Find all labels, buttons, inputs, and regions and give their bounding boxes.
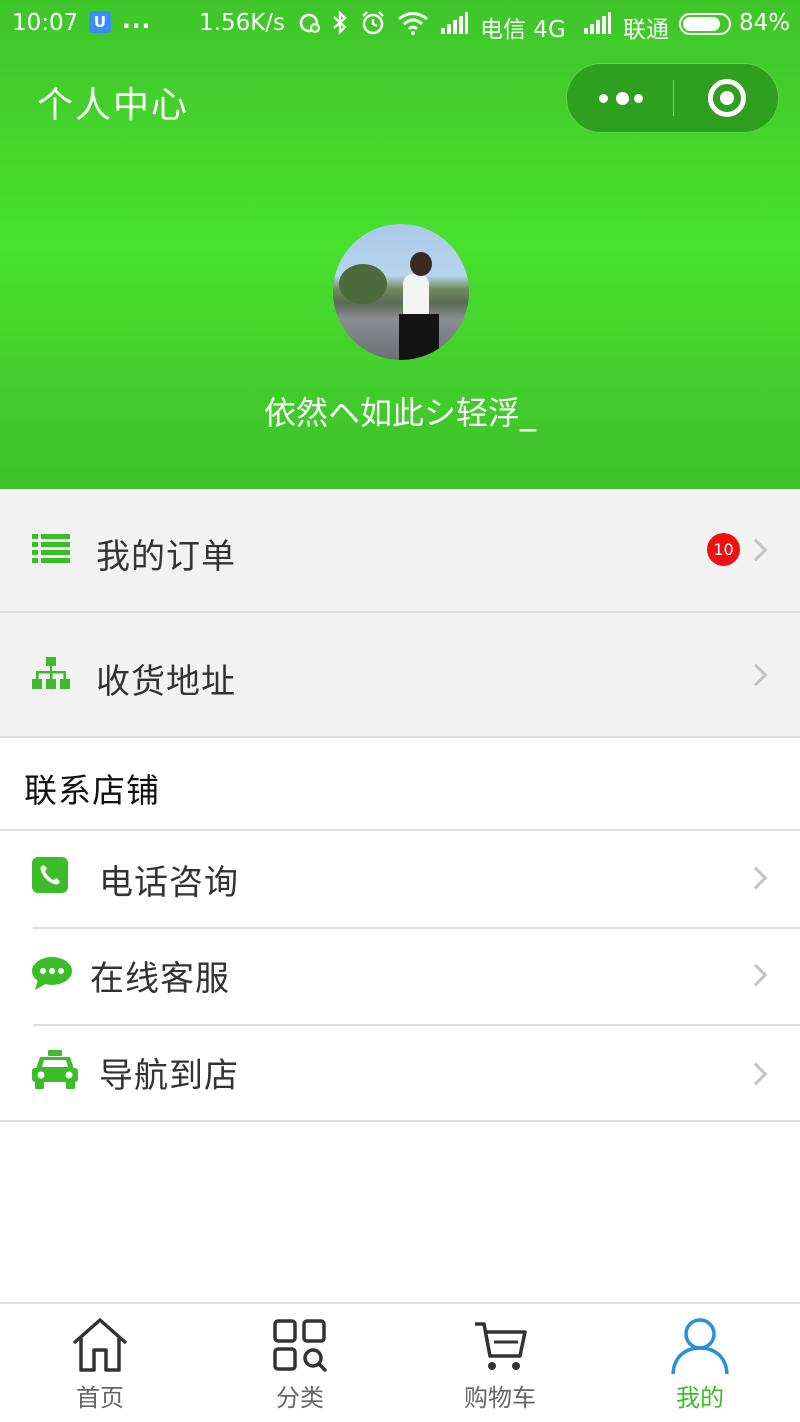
- more-notifications-icon: ...: [122, 8, 152, 34]
- more-dot: [634, 94, 643, 103]
- battery-level: [683, 17, 720, 31]
- navigate-label: 导航到店: [99, 1056, 239, 1096]
- chevron-right-icon: [744, 538, 768, 562]
- signal-icon-2: [584, 12, 611, 34]
- tab-cart[interactable]: 购物车: [400, 1304, 600, 1422]
- avatar[interactable]: [333, 224, 469, 360]
- tab-mine[interactable]: 我的: [600, 1304, 800, 1422]
- carrier-1: 电信 4G: [480, 17, 566, 43]
- more-dot: [616, 92, 629, 105]
- username: 依然ヘ如此シ轻浮_: [263, 394, 536, 432]
- status-time: 10:07: [12, 10, 79, 36]
- divider: [0, 736, 800, 738]
- contact-item-navigate[interactable]: 导航到店: [0, 1026, 800, 1120]
- contact-item-chat[interactable]: 在线客服: [0, 929, 800, 1024]
- close-dot: [720, 91, 734, 105]
- tab-bar: 首页 分类 购物车 我的: [0, 1302, 800, 1422]
- chat-label: 在线客服: [90, 959, 230, 999]
- avatar-bag: [399, 314, 439, 360]
- chevron-right-icon: [744, 866, 768, 890]
- orders-label: 我的订单: [96, 537, 236, 577]
- contact-section-title: 联系店铺: [24, 771, 160, 810]
- tab-category[interactable]: 分类: [200, 1304, 400, 1422]
- signal-icon: [441, 12, 468, 34]
- tab-cart-label: 购物车: [464, 1384, 536, 1412]
- tab-home-label: 首页: [76, 1384, 124, 1412]
- close-button[interactable]: [674, 64, 780, 132]
- chevron-right-icon: [744, 963, 768, 987]
- avatar-head: [410, 252, 432, 276]
- battery-percent: 84%: [739, 10, 791, 36]
- menu-item-address[interactable]: 收货地址: [0, 613, 800, 736]
- chevron-right-icon: [744, 663, 768, 687]
- address-label: 收货地址: [96, 662, 236, 702]
- sync-icon: [299, 13, 320, 33]
- menu-item-orders[interactable]: 我的订单 10: [0, 489, 800, 611]
- phone-icon: [32, 857, 68, 893]
- tab-home[interactable]: 首页: [0, 1304, 200, 1422]
- chat-bubble-icon: [32, 957, 72, 990]
- user-icon: [671, 1318, 729, 1374]
- home-icon: [72, 1318, 128, 1372]
- list-icon: [32, 534, 70, 563]
- cart-icon: [475, 1322, 527, 1370]
- category-icon: [273, 1319, 327, 1372]
- chevron-right-icon: [744, 1062, 768, 1086]
- miniprogram-capsule: [566, 63, 779, 133]
- sitemap-icon: [32, 657, 70, 689]
- divider: [0, 1120, 800, 1122]
- page-title: 个人中心: [37, 85, 190, 126]
- avatar-tree: [339, 264, 387, 304]
- wifi-icon: [398, 12, 428, 35]
- battery-icon: [679, 13, 731, 35]
- more-dot: [599, 94, 608, 103]
- carrier-2: 联通: [623, 17, 669, 43]
- tab-category-label: 分类: [276, 1384, 324, 1412]
- phone-label: 电话咨询: [99, 863, 239, 903]
- tab-mine-label: 我的: [676, 1384, 724, 1412]
- contact-item-phone[interactable]: 电话咨询: [0, 831, 800, 927]
- alarm-icon: [362, 11, 384, 35]
- taxi-icon: [32, 1050, 78, 1089]
- orders-count-badge: 10: [707, 533, 740, 566]
- app-notification-icon: U: [89, 11, 111, 33]
- status-bar: 10:07 U ... 1.56K/s 电信 4G 联通 84%: [0, 0, 800, 46]
- profile-header: 10:07 U ... 1.56K/s 电信 4G 联通 84% 个人中心 依然…: [0, 0, 800, 489]
- more-button[interactable]: [567, 64, 673, 132]
- bluetooth-icon: [333, 10, 347, 35]
- network-speed: 1.56K/s: [199, 10, 286, 36]
